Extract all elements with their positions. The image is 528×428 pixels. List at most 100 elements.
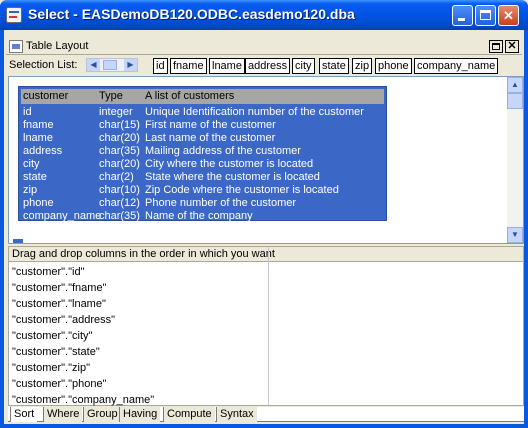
list-item[interactable]: "customer"."id" <box>12 264 266 280</box>
column-desc: Name of the company <box>145 210 253 222</box>
list-item[interactable]: "customer"."zip" <box>12 360 266 376</box>
column-name: address <box>23 145 63 157</box>
title-bar[interactable]: Select - EASDemoDB120.ODBC.easdemo120.db… <box>0 0 528 30</box>
column-type: integer <box>99 106 133 118</box>
list-item[interactable]: "customer"."address" <box>12 312 266 328</box>
column-type: char(15) <box>99 119 140 131</box>
selection-column-id[interactable]: id <box>153 58 168 74</box>
tab-bar: Sort Where Group Having Compute Syntax <box>8 407 524 422</box>
panel-title: Table Layout <box>26 40 89 52</box>
table-row[interactable]: address char(35) Mailing address of the cu… <box>21 145 384 158</box>
sort-pane[interactable]: Drag and drop columns in the order in wh… <box>8 246 524 406</box>
selection-column-company-name[interactable]: company_name <box>414 58 499 74</box>
selection-column-lname[interactable]: lname <box>209 58 245 74</box>
window-title: Select - EASDemoDB120.ODBC.easdemo120.db… <box>28 6 355 22</box>
table-layout-titlebar[interactable]: Table Layout ✕ <box>6 39 522 55</box>
list-item[interactable]: "customer"."city" <box>12 328 266 344</box>
description-header: A list of customers <box>145 90 235 102</box>
tab-group[interactable]: Group <box>83 407 121 422</box>
minimize-button[interactable] <box>452 5 473 26</box>
selection-column-phone[interactable]: phone <box>375 58 412 74</box>
table-row[interactable]: zip char(10) Zip Code where the customer i… <box>21 184 384 197</box>
table-body: id integer Unique Identification number of… <box>21 106 384 223</box>
list-item[interactable]: "customer"."lname" <box>12 296 266 312</box>
selection-list-scrollbar[interactable]: ◀ ▶ <box>86 58 138 72</box>
column-name: city <box>23 158 40 170</box>
tab-having[interactable]: Having <box>119 407 161 422</box>
table-name-header: customer <box>23 90 69 102</box>
sort-column-list: "customer"."id" "customer"."fname" "custom… <box>12 264 266 408</box>
column-desc: Zip Code where the customer is located <box>145 184 339 196</box>
table-layout-pane[interactable]: customer Type A list of customers id inte… <box>8 76 524 244</box>
customer-table[interactable]: customer Type A list of customers id inte… <box>18 86 387 223</box>
sort-pane-divider <box>268 247 269 405</box>
tab-compute[interactable]: Compute <box>163 407 215 422</box>
tab-where[interactable]: Where <box>43 407 83 422</box>
column-desc: Mailing address of the customer <box>145 145 301 157</box>
tab-syntax[interactable]: Syntax <box>216 407 257 422</box>
list-item[interactable]: "customer"."fname" <box>12 280 266 296</box>
list-item[interactable]: "customer"."state" <box>12 344 266 360</box>
column-type: char(35) <box>99 210 140 222</box>
table-row[interactable]: lname char(20) Last name of the customer <box>21 132 384 145</box>
column-desc: Phone number of the customer <box>145 197 297 209</box>
close-button[interactable]: ✕ <box>498 5 519 26</box>
scroll-right-icon[interactable]: ▶ <box>124 59 137 71</box>
minimize-icon <box>458 18 465 21</box>
scroll-down-icon[interactable]: ▼ <box>507 227 523 243</box>
panel-maximize-button[interactable] <box>489 40 503 53</box>
column-name: fname <box>23 119 54 131</box>
column-desc: Unique Identification number of the cust… <box>145 106 364 118</box>
table-row[interactable]: city char(20) City where the customer is l… <box>21 158 384 171</box>
scroll-up-icon[interactable]: ▲ <box>507 77 523 93</box>
column-type: char(20) <box>99 158 140 170</box>
close-icon: ✕ <box>503 8 514 23</box>
column-name: state <box>23 171 47 183</box>
panel-close-button[interactable]: ✕ <box>505 40 519 53</box>
list-item[interactable]: "customer"."company_name" <box>12 392 266 408</box>
column-type: char(2) <box>99 171 134 183</box>
column-name: phone <box>23 197 54 209</box>
selection-column-address[interactable]: address <box>245 58 291 74</box>
column-type: char(10) <box>99 184 140 196</box>
table-row[interactable]: company_name char(35) Name of the company <box>21 210 384 223</box>
column-desc: First name of the customer <box>145 119 276 131</box>
list-item[interactable]: "customer"."phone" <box>12 376 266 392</box>
scroll-left-icon[interactable]: ◀ <box>87 59 100 71</box>
main-window: Select - EASDemoDB120.ODBC.easdemo120.db… <box>0 0 528 428</box>
column-type: char(20) <box>99 132 140 144</box>
table-layout-icon <box>9 40 23 53</box>
column-desc: State where the customer is located <box>145 171 320 183</box>
panel-maximize-icon <box>492 43 500 50</box>
table-row[interactable]: id integer Unique Identification number of… <box>21 106 384 119</box>
selection-column-city[interactable]: city <box>292 58 315 74</box>
column-name: id <box>23 106 32 118</box>
scroll-thumb[interactable] <box>103 60 117 70</box>
column-desc: Last name of the customer <box>145 132 276 144</box>
column-name: company_name <box>23 210 102 222</box>
sort-instructions: Drag and drop columns in the order in wh… <box>12 248 275 260</box>
column-desc: City where the customer is located <box>145 158 314 170</box>
vertical-scroll-thumb[interactable] <box>507 93 523 109</box>
app-icon <box>6 7 22 23</box>
maximize-button[interactable] <box>475 5 496 26</box>
sort-pane-header: Drag and drop columns in the order in wh… <box>9 247 523 262</box>
table-row[interactable]: state char(2) State where the customer is … <box>21 171 384 184</box>
selection-list-label: Selection List: <box>9 59 78 71</box>
selection-list-row: Selection List: ◀ ▶ id fname lname addre… <box>4 57 524 75</box>
maximize-icon <box>480 10 491 20</box>
column-name: zip <box>23 184 38 196</box>
table-row[interactable]: phone char(12) Phone number of the custome… <box>21 197 384 210</box>
table-header: customer Type A list of customers <box>21 89 384 104</box>
tab-sort[interactable]: Sort <box>10 407 38 422</box>
selection-column-zip[interactable]: zip <box>352 58 373 74</box>
vertical-scrollbar[interactable]: ▲ ▼ <box>507 77 523 243</box>
horizontal-scroll-stub[interactable] <box>13 239 23 243</box>
table-row[interactable]: fname char(15) First name of the customer <box>21 119 384 132</box>
selection-column-fname[interactable]: fname <box>170 58 207 74</box>
selection-column-state[interactable]: state <box>319 58 349 74</box>
client-area: Table Layout ✕ Selection List: ◀ ▶ id fn… <box>4 30 524 424</box>
column-type: char(12) <box>99 197 140 209</box>
column-type: char(35) <box>99 145 140 157</box>
column-name: lname <box>23 132 53 144</box>
